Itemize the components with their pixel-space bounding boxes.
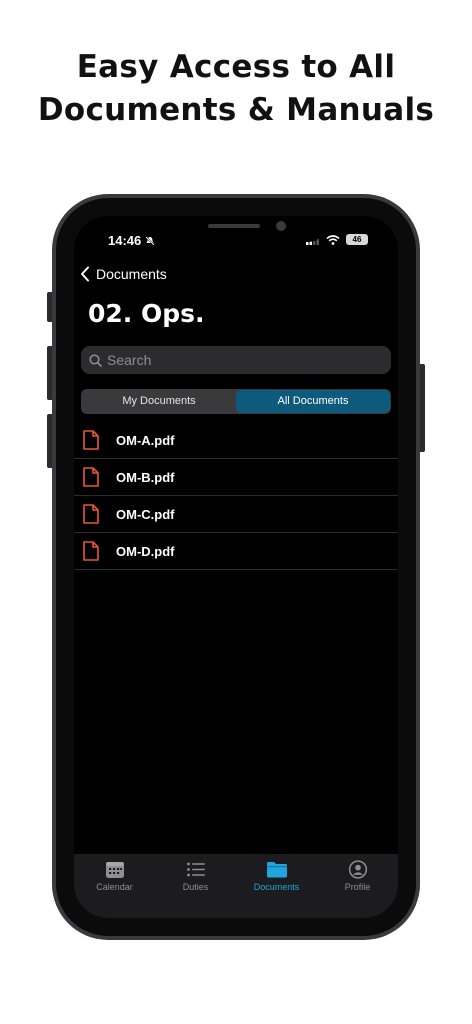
tab-label: Calendar xyxy=(96,882,133,892)
document-scope-segmented-control: My Documents All Documents xyxy=(81,389,391,414)
front-camera xyxy=(276,221,286,231)
pdf-file-icon xyxy=(83,430,99,450)
status-time: 14:46 xyxy=(108,233,155,248)
pdf-file-icon xyxy=(83,504,99,524)
pdf-file-icon xyxy=(83,467,99,487)
list-icon xyxy=(186,862,205,877)
chevron-left-icon xyxy=(81,266,89,282)
document-name: OM-B.pdf xyxy=(116,469,175,485)
page-title: 02. Ops. xyxy=(88,299,205,328)
tab-documents[interactable]: Documents xyxy=(236,854,317,918)
list-item[interactable]: OM-D.pdf xyxy=(74,533,398,570)
marketing-headline: Easy Access to All Documents & Manuals xyxy=(0,46,472,132)
tab-calendar[interactable]: Calendar xyxy=(74,854,155,918)
segment-all-documents[interactable]: All Documents xyxy=(236,390,390,413)
battery-icon: 46 xyxy=(346,234,368,245)
list-item[interactable]: OM-A.pdf xyxy=(74,422,398,459)
pdf-file-icon xyxy=(83,541,99,561)
folder-icon xyxy=(266,862,287,878)
back-button[interactable]: Documents xyxy=(80,266,167,282)
tab-duties[interactable]: Duties xyxy=(155,854,236,918)
search-icon xyxy=(89,353,102,367)
tab-bar: Calendar Duties Documents Profile xyxy=(74,854,398,918)
calendar-icon xyxy=(105,862,124,878)
speaker-grille xyxy=(208,224,260,228)
tab-label: Duties xyxy=(182,882,209,892)
tab-label: Documents xyxy=(253,882,300,892)
back-button-label: Documents xyxy=(96,266,167,282)
profile-icon xyxy=(348,860,367,879)
list-item[interactable]: OM-B.pdf xyxy=(74,459,398,496)
wifi-icon xyxy=(326,234,340,245)
headline-line-1: Easy Access to All xyxy=(76,49,396,85)
document-name: OM-C.pdf xyxy=(116,506,175,522)
segment-my-documents[interactable]: My Documents xyxy=(82,390,236,413)
tab-label: Profile xyxy=(344,882,371,892)
tab-profile[interactable]: Profile xyxy=(317,854,398,918)
document-name: OM-A.pdf xyxy=(116,432,175,448)
document-name: OM-D.pdf xyxy=(116,543,175,559)
phone-screen: 14:46 46 Documents 02. Ops. Search My Do… xyxy=(74,216,398,918)
notch xyxy=(144,216,328,242)
list-item[interactable]: OM-C.pdf xyxy=(74,496,398,533)
document-list: OM-A.pdf OM-B.pdf OM-C.pdf OM-D.pdf xyxy=(74,422,398,570)
headline-line-2: Documents & Manuals xyxy=(37,92,435,128)
search-input[interactable] xyxy=(107,352,377,368)
search-bar[interactable] xyxy=(81,346,391,374)
